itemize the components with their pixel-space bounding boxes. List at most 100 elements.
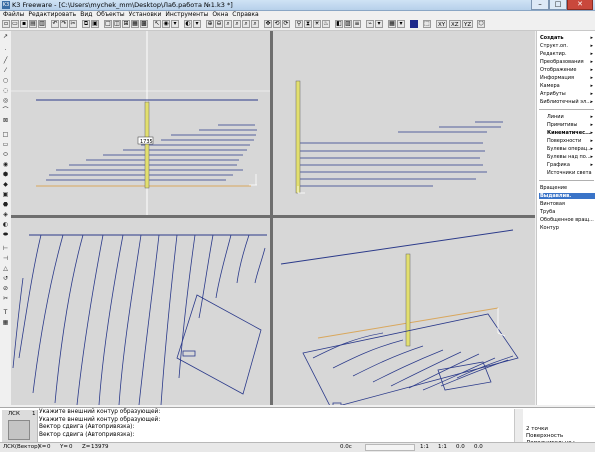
- kin-item-contour[interactable]: Контур: [539, 225, 595, 231]
- select-icon[interactable]: ↖: [153, 20, 161, 28]
- kin-item-rotation[interactable]: Вращение: [539, 185, 595, 191]
- point-tool-icon[interactable]: ·: [2, 47, 9, 54]
- rounded-rect-tool-icon[interactable]: ▭: [2, 141, 9, 148]
- pyramid-tool-icon[interactable]: ◆: [2, 181, 9, 188]
- sphere-tool-icon[interactable]: ◉: [2, 161, 9, 168]
- panel-item-transform[interactable]: Преобразования ▸: [540, 59, 595, 65]
- view-xz-button[interactable]: XZ: [449, 20, 461, 28]
- kin-item-extrude[interactable]: Выдавлив.: [539, 193, 595, 199]
- panel-sub-graphics[interactable]: Графика ▸: [547, 162, 595, 168]
- panel-sub-lines[interactable]: Линии ▸: [547, 114, 595, 120]
- panel-sub-surfaces[interactable]: Поверхности ▸: [547, 138, 595, 144]
- view-iso-icon[interactable]: ⬡: [477, 20, 485, 28]
- arc-tool-icon[interactable]: ⌒: [2, 107, 9, 114]
- select-tool-icon[interactable]: ↗: [2, 33, 9, 40]
- material-icon[interactable]: ◧: [335, 20, 343, 28]
- zoom-all-icon[interactable]: ⌕: [233, 20, 241, 28]
- wire-icon[interactable]: ⬚: [423, 20, 431, 28]
- panel-item-display[interactable]: Отображение ▸: [540, 67, 595, 73]
- menu-settings[interactable]: Установки: [129, 11, 162, 19]
- dimension2-tool-icon[interactable]: ⊣: [2, 255, 9, 262]
- half-sphere-tool-icon[interactable]: ◐: [2, 221, 9, 228]
- ring-tool-icon[interactable]: ◎: [2, 97, 9, 104]
- render-dropdown-icon[interactable]: ▾: [171, 20, 179, 28]
- view-single-icon[interactable]: □: [104, 20, 112, 28]
- command-scrollbar[interactable]: [514, 409, 523, 442]
- panel-item-attributes[interactable]: Атрибуты ▸: [540, 91, 595, 97]
- hatch-tool-icon[interactable]: ▦: [2, 319, 9, 326]
- polyline-tool-icon[interactable]: ⁄: [2, 67, 9, 74]
- undo-icon[interactable]: ↶: [51, 20, 59, 28]
- menu-objects[interactable]: Объекты: [96, 11, 124, 19]
- bulb-icon[interactable]: ♨: [322, 20, 330, 28]
- shade-icon[interactable]: ◐: [184, 20, 192, 28]
- snap-icon[interactable]: ⌁: [366, 20, 374, 28]
- shade-dropdown-icon[interactable]: ▾: [193, 20, 201, 28]
- print-preview-icon[interactable]: ▥: [38, 20, 46, 28]
- view-layout-icon[interactable]: ▦: [131, 20, 139, 28]
- prism-tool-icon[interactable]: ⬢: [2, 171, 9, 178]
- panel-item-library[interactable]: Библиотечный эл... ▸: [540, 99, 595, 105]
- diameter-tool-icon[interactable]: ⊘: [2, 285, 9, 292]
- open-folder-icon[interactable]: ▭: [11, 20, 19, 28]
- panel-item-camera[interactable]: Камера ▸: [540, 83, 595, 89]
- current-color-swatch[interactable]: [410, 20, 418, 28]
- line-tool-icon[interactable]: ╱: [2, 57, 9, 64]
- text-tool-icon[interactable]: T: [2, 309, 9, 316]
- menu-help[interactable]: Справка: [232, 11, 258, 19]
- measure-icon[interactable]: ⚲: [295, 20, 303, 28]
- pan-icon[interactable]: ✥: [264, 20, 272, 28]
- cut-icon[interactable]: ✂: [69, 20, 77, 28]
- menu-windows[interactable]: Окна: [212, 11, 228, 19]
- zoom-fit-icon[interactable]: ⌕: [251, 20, 259, 28]
- panel-item-struct[interactable]: Структ.оп. ▸: [540, 43, 595, 49]
- rectangle-tool-icon[interactable]: □: [2, 131, 9, 138]
- menu-file[interactable]: Файлы: [3, 11, 24, 19]
- save-icon[interactable]: ▪: [20, 20, 28, 28]
- angle-tool-icon[interactable]: △: [2, 265, 9, 272]
- option-two-points[interactable]: 2 точки: [526, 426, 548, 433]
- panel-sub-light-sources[interactable]: Источники света: [547, 170, 595, 176]
- radius-tool-icon[interactable]: ↺: [2, 275, 9, 282]
- box-cross-tool-icon[interactable]: ⊠: [2, 117, 9, 124]
- color-dropdown-icon[interactable]: ▾: [397, 20, 405, 28]
- option-surface[interactable]: Поверхность: [526, 433, 563, 440]
- view-grid-icon[interactable]: ▩: [140, 20, 148, 28]
- minimize-button[interactable]: –: [531, 0, 549, 10]
- kin-item-helix[interactable]: Винтовая: [539, 201, 595, 207]
- view-yz-button[interactable]: YZ: [462, 20, 474, 28]
- panel-item-create[interactable]: Создать ▸: [540, 35, 595, 41]
- cylinder-tool-icon[interactable]: ⬭: [2, 151, 9, 158]
- redo-icon[interactable]: ↷: [60, 20, 68, 28]
- torus-tool-icon[interactable]: ⬬: [2, 231, 9, 238]
- zoom-in-icon[interactable]: ⊕: [206, 20, 214, 28]
- hex-tool-icon[interactable]: ⬣: [2, 201, 9, 208]
- view-quad-icon[interactable]: ⊞: [122, 20, 130, 28]
- cut-tool-icon[interactable]: ✂: [2, 295, 9, 302]
- viewport-top-left[interactable]: 1735: [11, 31, 270, 215]
- menu-view[interactable]: Вид: [80, 11, 92, 19]
- panel-sub-kinematic[interactable]: Кинематичес... ▸: [547, 130, 595, 136]
- dimension-tool-icon[interactable]: ⊢: [2, 245, 9, 252]
- panel-sub-boolean-surf[interactable]: Булевы над по... ▸: [547, 154, 595, 160]
- menu-tools[interactable]: Инструменты: [165, 11, 208, 19]
- paste-icon[interactable]: ▣: [91, 20, 99, 28]
- ellipse-tool-icon[interactable]: ◌: [2, 87, 9, 94]
- view-split-icon[interactable]: ◫: [113, 20, 121, 28]
- maximize-button[interactable]: □: [549, 0, 567, 10]
- panel-sub-primitives[interactable]: Примитивы ▸: [547, 122, 595, 128]
- light-icon[interactable]: ☀: [313, 20, 321, 28]
- copy-icon[interactable]: ⧉: [82, 20, 90, 28]
- zoom-window-icon[interactable]: ⌕: [224, 20, 232, 28]
- snap-dropdown-icon[interactable]: ▾: [375, 20, 383, 28]
- kin-item-pipe[interactable]: Труба: [539, 209, 595, 215]
- viewport-bottom-right[interactable]: [273, 218, 535, 405]
- diamond-tool-icon[interactable]: ◈: [2, 211, 9, 218]
- panel-item-info[interactable]: Информация ▸: [540, 75, 595, 81]
- rotate-view-icon[interactable]: ⟲: [273, 20, 281, 28]
- viewport-top-right[interactable]: [273, 31, 535, 215]
- circle-tool-icon[interactable]: ○: [2, 77, 9, 84]
- color-icon[interactable]: ▦: [388, 20, 396, 28]
- mirror-icon[interactable]: ⧗: [304, 20, 312, 28]
- texture-icon[interactable]: ▨: [344, 20, 352, 28]
